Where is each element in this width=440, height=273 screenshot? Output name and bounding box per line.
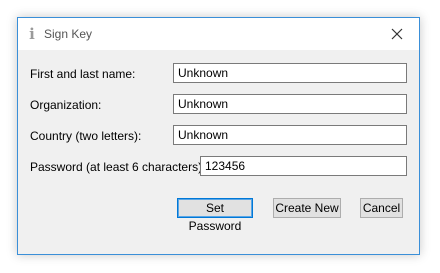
name-label: First and last name: bbox=[30, 67, 136, 81]
name-field[interactable] bbox=[173, 63, 407, 83]
country-label: Country (two letters): bbox=[30, 129, 142, 143]
close-button[interactable] bbox=[375, 18, 419, 50]
organization-label: Organization: bbox=[30, 98, 102, 112]
password-label: Password (at least 6 characters): bbox=[30, 160, 206, 174]
close-icon bbox=[391, 28, 403, 40]
info-icon: i bbox=[29, 25, 35, 43]
create-new-button[interactable]: Create New bbox=[273, 198, 341, 218]
organization-field[interactable] bbox=[173, 94, 407, 114]
sign-key-dialog: i Sign Key First and last name: Organiza… bbox=[17, 17, 420, 255]
password-field[interactable] bbox=[200, 156, 407, 176]
cancel-button[interactable]: Cancel bbox=[360, 198, 403, 218]
window-title: Sign Key bbox=[44, 27, 93, 41]
title-bar: i Sign Key bbox=[18, 18, 419, 50]
country-field[interactable] bbox=[173, 125, 407, 145]
set-password-button[interactable]: Set Password bbox=[177, 198, 253, 233]
